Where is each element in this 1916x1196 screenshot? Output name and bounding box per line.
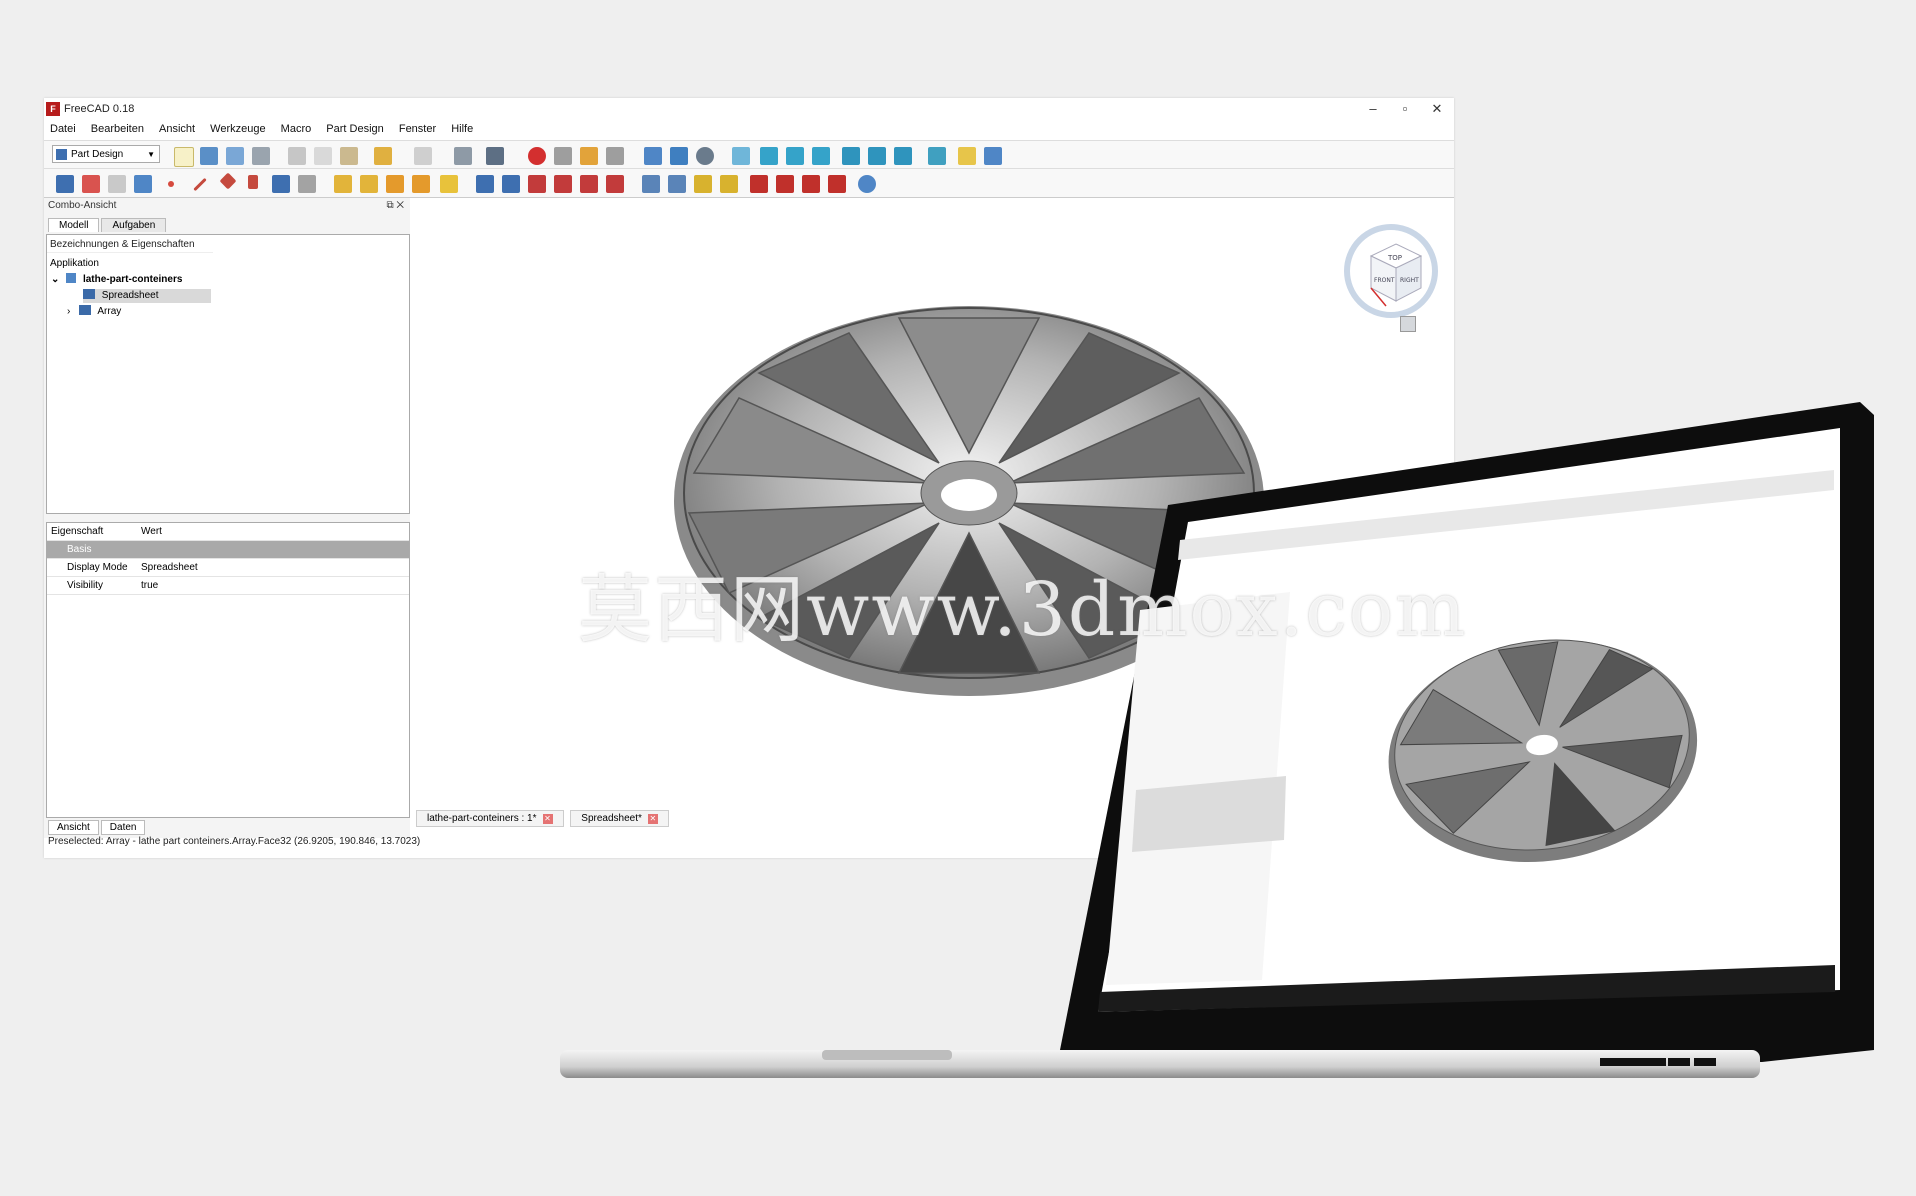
watermark-text: 莫西网www.3dmox.com: [578, 567, 1468, 653]
